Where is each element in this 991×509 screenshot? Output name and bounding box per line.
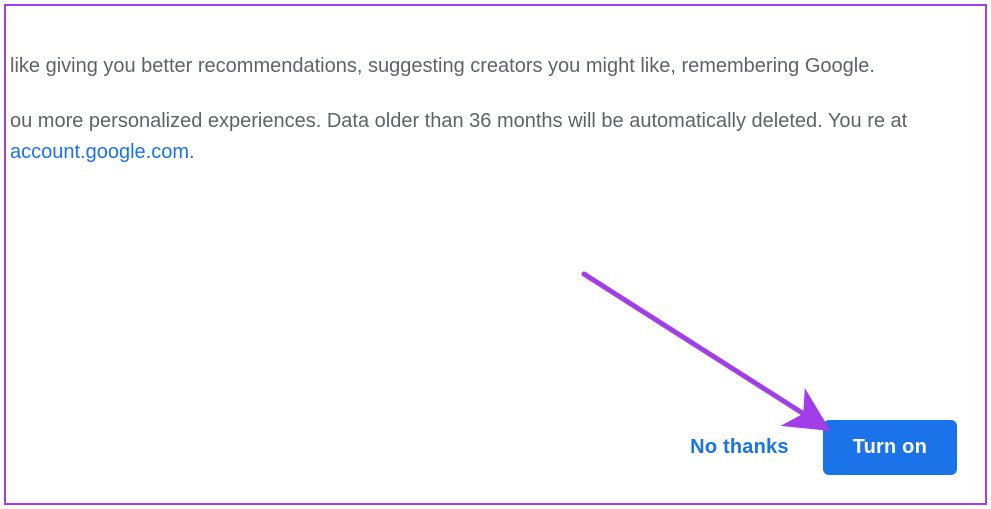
description-paragraph-1: like giving you better recommendations, … xyxy=(10,51,955,82)
turn-on-button[interactable]: Turn on xyxy=(823,420,957,475)
dialog-button-row: No thanks Turn on xyxy=(684,420,957,475)
description-text-1: like giving you better recommendations, … xyxy=(10,55,875,77)
description-text-2: ou more personalized experiences. Data o… xyxy=(10,110,907,132)
no-thanks-button[interactable]: No thanks xyxy=(684,426,794,469)
description-paragraph-2: ou more personalized experiences. Data o… xyxy=(10,106,955,168)
dialog-content: like giving you better recommendations, … xyxy=(6,6,985,168)
description-period: . xyxy=(189,141,195,163)
account-link[interactable]: account.google.com xyxy=(10,141,189,163)
dialog-frame: like giving you better recommendations, … xyxy=(4,4,987,505)
